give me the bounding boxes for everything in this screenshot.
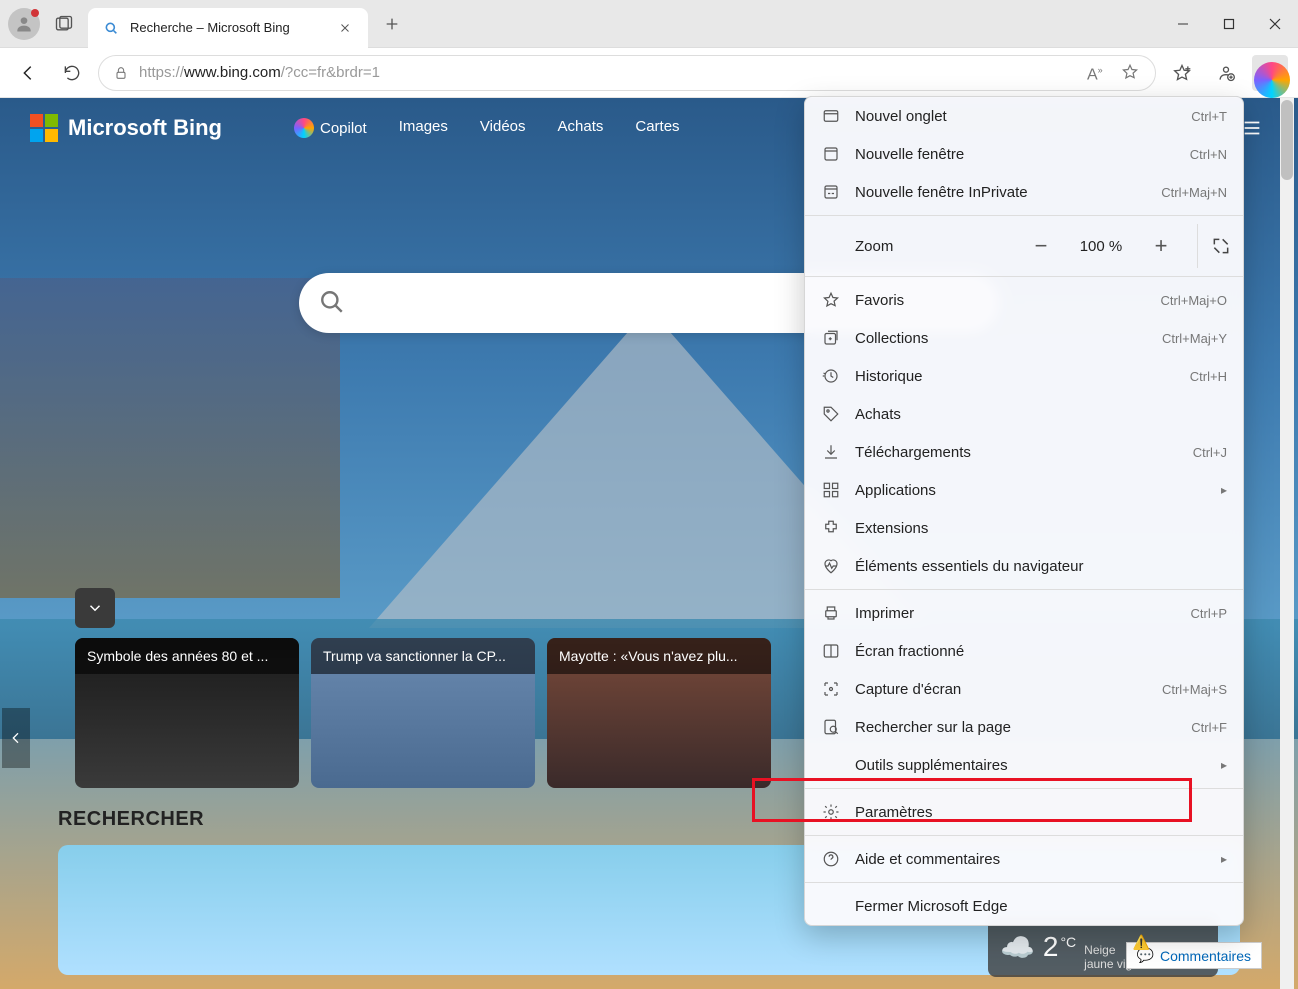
browser-tab[interactable]: Recherche – Microsoft Bing xyxy=(88,8,368,48)
refresh-button[interactable] xyxy=(54,55,90,91)
zoom-label: Zoom xyxy=(855,238,1009,255)
menu-zoom-row: Zoom − 100 % + xyxy=(805,220,1243,272)
menu-more-tools[interactable]: Outils supplémentaires ▸ xyxy=(805,746,1243,784)
tag-icon xyxy=(821,404,841,424)
news-cards: Symbole des années 80 et ... Trump va sa… xyxy=(75,638,771,788)
nav-shop[interactable]: Achats xyxy=(558,118,604,138)
search-icon xyxy=(319,289,347,317)
chevron-right-icon: ▸ xyxy=(1221,483,1227,497)
address-bar: https://www.bing.com/?cc=fr&brdr=1 A» xyxy=(0,48,1298,98)
menu-history[interactable]: Historique Ctrl+H xyxy=(805,357,1243,395)
tab-actions-icon[interactable] xyxy=(48,8,80,40)
read-aloud-icon[interactable]: A» xyxy=(1087,65,1103,81)
news-expand-button[interactable] xyxy=(75,588,115,628)
new-tab-icon xyxy=(821,106,841,126)
inprivate-icon xyxy=(821,182,841,202)
fullscreen-button[interactable] xyxy=(1197,224,1243,268)
menu-collections[interactable]: Collections Ctrl+Maj+Y xyxy=(805,319,1243,357)
weather-unit: °C xyxy=(1060,934,1076,950)
favorite-star-icon[interactable] xyxy=(1121,63,1141,83)
menu-favorites[interactable]: Favoris Ctrl+Maj+O xyxy=(805,281,1243,319)
menu-purchases[interactable]: Achats xyxy=(805,395,1243,433)
copilot-sidebar-icon[interactable] xyxy=(1254,62,1290,98)
history-icon xyxy=(821,366,841,386)
tab-close-icon[interactable] xyxy=(336,19,354,37)
extensions-icon xyxy=(821,518,841,538)
collections-icon xyxy=(821,328,841,348)
zoom-value: 100 % xyxy=(1073,238,1129,255)
heart-pulse-icon xyxy=(821,556,841,576)
menu-new-tab[interactable]: Nouvel onglet Ctrl+T xyxy=(805,97,1243,135)
profile-icon[interactable] xyxy=(8,8,40,40)
new-tab-button[interactable] xyxy=(376,8,408,40)
news-card-3[interactable]: Mayotte : «Vous n'avez plu... xyxy=(547,638,771,788)
close-window-button[interactable] xyxy=(1252,0,1298,48)
favorites-icon xyxy=(821,290,841,310)
menu-apps[interactable]: Applications ▸ xyxy=(805,471,1243,509)
lock-icon xyxy=(113,65,129,81)
zoom-in-button[interactable]: + xyxy=(1143,228,1179,264)
bg-building xyxy=(0,278,340,598)
favorites-button[interactable] xyxy=(1164,55,1200,91)
menu-downloads[interactable]: Téléchargements Ctrl+J xyxy=(805,433,1243,471)
menu-help[interactable]: Aide et commentaires ▸ xyxy=(805,840,1243,878)
nav-maps[interactable]: Cartes xyxy=(635,118,679,138)
bing-nav: Copilot Images Vidéos Achats Cartes xyxy=(294,118,680,138)
menu-print[interactable]: Imprimer Ctrl+P xyxy=(805,594,1243,632)
minimize-button[interactable] xyxy=(1160,0,1206,48)
chevron-right-icon: ▸ xyxy=(1221,758,1227,772)
tab-title: Recherche – Microsoft Bing xyxy=(130,20,326,35)
menu-close-edge[interactable]: Fermer Microsoft Edge xyxy=(805,887,1243,925)
bing-brand-text: Microsoft Bing xyxy=(68,115,222,141)
apps-icon xyxy=(821,480,841,500)
chevron-right-icon: ▸ xyxy=(1221,852,1227,866)
screenshot-icon xyxy=(821,679,841,699)
news-prev-button[interactable] xyxy=(2,708,30,768)
tab-favicon-icon xyxy=(102,19,120,37)
maximize-button[interactable] xyxy=(1206,0,1252,48)
copilot-icon xyxy=(294,118,314,138)
download-icon xyxy=(821,442,841,462)
menu-extensions[interactable]: Extensions xyxy=(805,509,1243,547)
menu-screenshot[interactable]: Capture d'écran Ctrl+Maj+S xyxy=(805,670,1243,708)
url-box[interactable]: https://www.bing.com/?cc=fr&brdr=1 A» xyxy=(98,55,1156,91)
weather-icon: ☁️ xyxy=(1000,931,1035,964)
microsoft-logo-icon xyxy=(30,114,58,142)
news-card-1[interactable]: Symbole des années 80 et ... xyxy=(75,638,299,788)
news-card-2[interactable]: Trump va sanctionner la CP... xyxy=(311,638,535,788)
menu-find[interactable]: Rechercher sur la page Ctrl+F xyxy=(805,708,1243,746)
nav-copilot[interactable]: Copilot xyxy=(294,118,367,138)
url-text: https://www.bing.com/?cc=fr&brdr=1 xyxy=(139,64,1077,81)
new-window-icon xyxy=(821,144,841,164)
main-menu-dropdown: Nouvel onglet Ctrl+T Nouvelle fenêtre Ct… xyxy=(804,96,1244,926)
help-icon xyxy=(821,849,841,869)
find-icon xyxy=(821,717,841,737)
menu-split-screen[interactable]: Écran fractionné xyxy=(805,632,1243,670)
menu-settings[interactable]: Paramètres xyxy=(805,793,1243,831)
nav-videos[interactable]: Vidéos xyxy=(480,118,526,138)
back-button[interactable] xyxy=(10,55,46,91)
print-icon xyxy=(821,603,841,623)
bing-logo[interactable]: Microsoft Bing xyxy=(30,114,222,142)
zoom-out-button[interactable]: − xyxy=(1023,228,1059,264)
menu-new-window[interactable]: Nouvelle fenêtre Ctrl+N xyxy=(805,135,1243,173)
profile-toolbar-icon[interactable] xyxy=(1208,55,1244,91)
weather-temp: 2 xyxy=(1043,931,1059,963)
gear-icon xyxy=(821,802,841,822)
menu-inprivate[interactable]: Nouvelle fenêtre InPrivate Ctrl+Maj+N xyxy=(805,173,1243,211)
warning-icon: ⚠️ xyxy=(1133,934,1150,951)
menu-essentials[interactable]: Éléments essentiels du navigateur xyxy=(805,547,1243,585)
titlebar: Recherche – Microsoft Bing xyxy=(0,0,1298,48)
vertical-scrollbar[interactable] xyxy=(1280,98,1294,989)
nav-images[interactable]: Images xyxy=(399,118,448,138)
split-icon xyxy=(821,641,841,661)
